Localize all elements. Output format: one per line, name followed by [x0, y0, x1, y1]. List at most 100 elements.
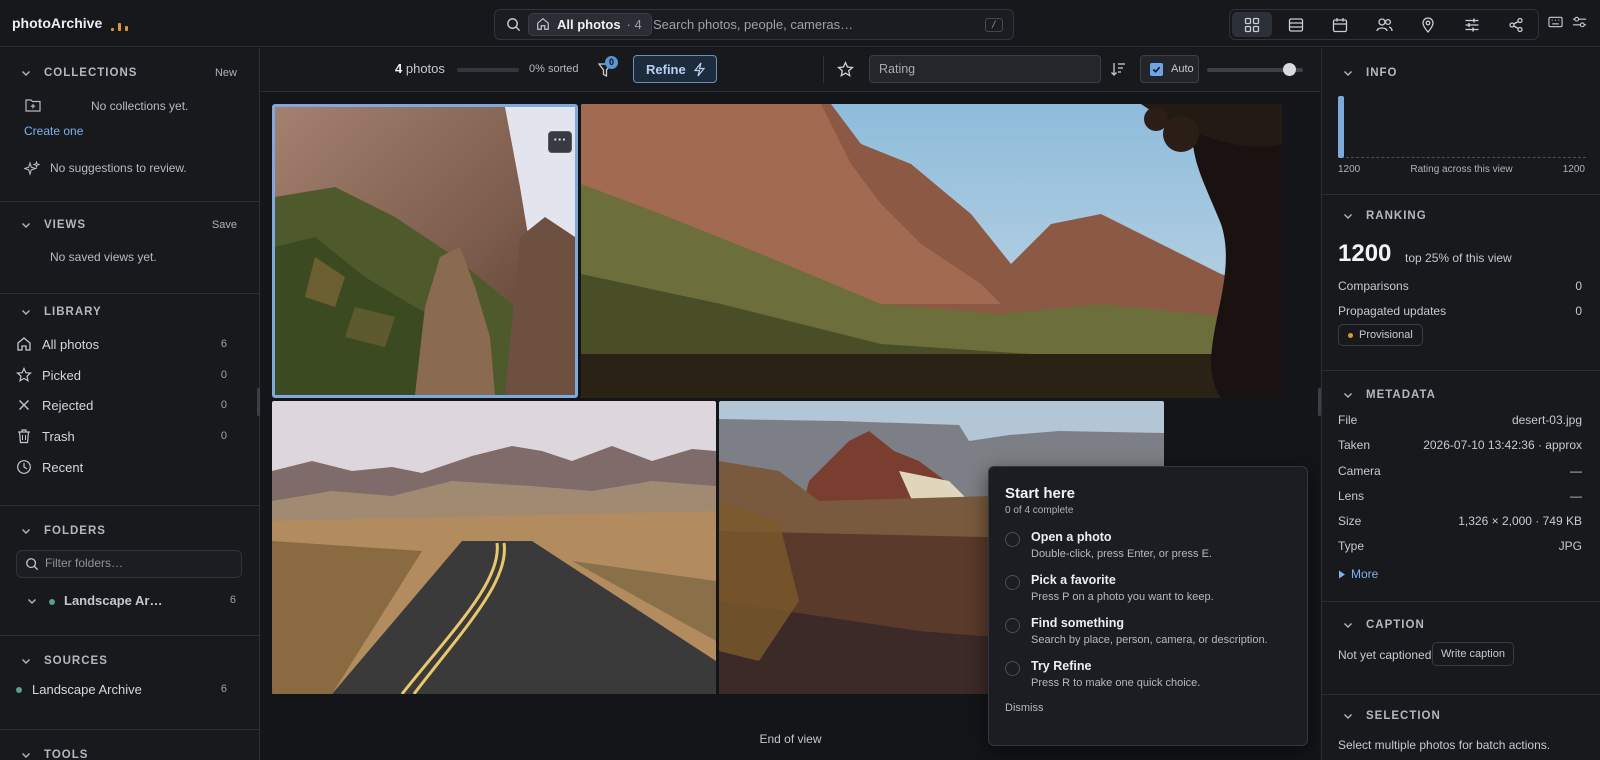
task-description: Press P on a photo you want to keep.: [1031, 591, 1214, 603]
caption-title: CAPTION: [1366, 619, 1425, 631]
caption-header[interactable]: CAPTION: [1342, 616, 1425, 634]
metadata-row: Camera —: [1338, 464, 1582, 478]
star-icon: [16, 367, 32, 383]
library-header[interactable]: LIBRARY: [20, 303, 102, 321]
list-icon: [1288, 17, 1304, 32]
star-icon[interactable]: [837, 61, 854, 78]
folder-filter-field[interactable]: [16, 550, 242, 578]
collections-title: COLLECTIONS: [44, 67, 138, 79]
photo-thumbnail-1[interactable]: ···: [272, 104, 578, 398]
thumbnail-size-slider[interactable]: [1207, 63, 1303, 76]
library-item-count: 0: [220, 399, 227, 411]
metadata-value: —: [1570, 489, 1582, 503]
more-options-icon[interactable]: ···: [548, 131, 572, 153]
caret-right-icon: [1339, 570, 1345, 578]
photo-thumbnail-3[interactable]: [272, 401, 716, 694]
ranking-section: RANKING 1200 top 25% of this view Compar…: [1322, 195, 1600, 371]
grid-view-tab[interactable]: [1232, 12, 1272, 37]
metadata-row: Lens —: [1338, 489, 1582, 503]
photo-thumbnail-2[interactable]: [581, 104, 1282, 398]
task-title: Find something: [1031, 616, 1125, 630]
clock-icon: [17, 460, 31, 474]
folders-header[interactable]: FOLDERS: [20, 522, 106, 540]
info-title: INFO: [1366, 67, 1398, 79]
rating-sort-select[interactable]: Rating: [869, 55, 1101, 83]
left-resize-handle[interactable]: [257, 388, 260, 416]
task-open-photo[interactable]: Open a photo Double-click, press Enter, …: [1005, 530, 1295, 568]
search-bar[interactable]: All photos · 4 /: [494, 9, 1014, 40]
search-icon: [507, 18, 521, 32]
scope-count: · 4: [626, 17, 642, 32]
ranking-row-label: Comparisons: [1338, 279, 1409, 293]
library-item-recent[interactable]: Recent: [16, 453, 242, 481]
ranking-score: 1200: [1338, 240, 1392, 267]
folder-item-landscape[interactable]: Landscape Ar… 6: [26, 591, 242, 611]
library-item-picked[interactable]: Picked 0: [16, 361, 242, 389]
task-checkbox[interactable]: [1005, 661, 1020, 676]
dismiss-button[interactable]: Dismiss: [1005, 702, 1044, 714]
adjust-view-tab[interactable]: [1452, 12, 1492, 37]
save-view-button[interactable]: Save: [212, 219, 237, 231]
selection-section: SELECTION Select multiple photos for bat…: [1322, 695, 1600, 760]
sources-header[interactable]: SOURCES: [20, 652, 108, 670]
sort-direction-icon[interactable]: [1110, 61, 1126, 77]
auto-label: Auto: [1171, 63, 1194, 75]
metadata-label: Type: [1338, 539, 1365, 553]
slider-thumb[interactable]: [1283, 63, 1296, 76]
photo-canyon-valley: [581, 104, 1282, 398]
chevron-down-icon: [22, 753, 30, 758]
keyboard-icon[interactable]: [1548, 15, 1563, 29]
library-title: LIBRARY: [44, 306, 102, 318]
collections-header[interactable]: COLLECTIONS: [20, 64, 137, 82]
ranking-row: Comparisons 0: [1338, 279, 1582, 293]
auto-size-toggle[interactable]: Auto: [1140, 55, 1199, 83]
task-checkbox[interactable]: [1005, 618, 1020, 633]
chevron-down-icon[interactable]: [26, 595, 38, 607]
views-header[interactable]: VIEWS: [20, 216, 86, 234]
refine-button[interactable]: Refine: [633, 55, 717, 83]
check-icon: [1152, 66, 1161, 73]
sources-title: SOURCES: [44, 655, 108, 667]
task-checkbox[interactable]: [1005, 575, 1020, 590]
info-header[interactable]: INFO: [1342, 64, 1397, 82]
share-view-tab[interactable]: [1496, 12, 1536, 37]
write-caption-button[interactable]: Write caption: [1432, 642, 1514, 666]
filter-count-badge: 0: [605, 56, 618, 69]
metadata-value: desert-03.jpg: [1511, 413, 1582, 427]
metadata-more-toggle[interactable]: More: [1338, 567, 1378, 581]
library-item-all-photos[interactable]: All photos 6: [16, 330, 242, 358]
task-find-something[interactable]: Find something Search by place, person, …: [1005, 616, 1295, 654]
source-item-label: Landscape Archive: [32, 682, 142, 697]
settings-icon[interactable]: [1572, 15, 1587, 29]
task-checkbox[interactable]: [1005, 532, 1020, 547]
create-collection-link[interactable]: Create one: [24, 124, 83, 138]
ranking-header[interactable]: RANKING: [1342, 207, 1427, 225]
task-pick-favorite[interactable]: Pick a favorite Press P on a photo you w…: [1005, 573, 1295, 611]
calendar-view-tab[interactable]: [1320, 12, 1360, 37]
source-dot: [16, 687, 22, 693]
search-input[interactable]: [653, 14, 973, 35]
metadata-value: 2026-07-10 13:42:36 · approx: [1423, 438, 1582, 452]
library-item-count: 6: [220, 338, 227, 350]
tools-header[interactable]: TOOLS: [20, 746, 88, 760]
metadata-label: Lens: [1338, 489, 1365, 503]
people-view-tab[interactable]: [1364, 12, 1404, 37]
metadata-header[interactable]: METADATA: [1342, 386, 1436, 404]
metadata-section: METADATA File desert-03.jpg Taken 2026-07-…: [1322, 371, 1600, 602]
list-view-tab[interactable]: [1276, 12, 1316, 37]
view-switcher: [1229, 9, 1539, 40]
auto-checkbox[interactable]: [1150, 62, 1163, 76]
search-scope-chip[interactable]: All photos · 4: [528, 13, 652, 36]
library-item-rejected[interactable]: Rejected 0: [16, 391, 242, 419]
source-item-landscape[interactable]: Landscape Archive 6: [16, 680, 242, 700]
new-collection-button[interactable]: New: [215, 67, 237, 79]
folder-filter-input[interactable]: [45, 556, 225, 570]
metadata-label: Taken: [1338, 438, 1371, 452]
task-try-refine[interactable]: Try Refine Press R to make one quick cho…: [1005, 659, 1295, 697]
selection-header[interactable]: SELECTION: [1342, 707, 1441, 725]
library-item-trash[interactable]: Trash 0: [16, 422, 242, 450]
map-view-tab[interactable]: [1408, 12, 1448, 37]
metadata-value: 1,326 × 2,000 · 749 KB: [1458, 514, 1582, 528]
chevron-down-icon: [1344, 214, 1352, 219]
map-pin-icon: [1422, 16, 1434, 33]
